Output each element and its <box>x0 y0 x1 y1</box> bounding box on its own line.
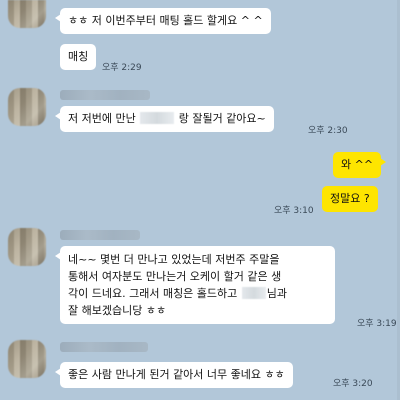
message-text: 님과 <box>266 287 288 301</box>
sender-avatar[interactable] <box>8 0 46 28</box>
message-time: 오후 3:10 <box>274 206 314 216</box>
message-text: ㅎㅎ 저 이번주부터 매팅 홀드 할게요 ^ ^ <box>68 14 263 27</box>
message-bubble-2[interactable]: 매칭 <box>60 44 97 70</box>
message-text: 와 ^^ <box>341 158 374 171</box>
message-text: 각이 드네요. 그래서 매칭은 홀드하고 <box>68 287 238 301</box>
sender-avatar[interactable] <box>8 228 46 266</box>
message-line: 통해서 여자분도 만나는거 오케이 할거 같은 생 <box>68 270 282 284</box>
sender-name-blurred <box>60 342 148 352</box>
message-bubble-4[interactable]: 와 ^^ <box>333 152 387 178</box>
message-text: 매칭 <box>68 50 89 63</box>
blurred-name <box>241 287 266 300</box>
message-bubble-3[interactable]: 저 저번에 만난 랑 잘될거 같아요~ <box>55 106 274 132</box>
message-time: 오후 3:19 <box>357 319 397 329</box>
sender-name-blurred <box>60 90 150 100</box>
blurred-name <box>140 112 175 124</box>
sender-avatar[interactable] <box>8 340 46 378</box>
message-line: 잘 해보겠습니당 ㅎㅎ <box>68 304 167 318</box>
message-line: 네~~ 몇번 더 만나고 있었는데 저번주 주말을 <box>68 253 280 266</box>
chat-area[interactable]: ㅎㅎ 저 이번주부터 매팅 홀드 할게요 ^ ^ 매칭 오후 2:29 저 저번… <box>0 0 400 400</box>
sender-avatar[interactable] <box>8 88 46 126</box>
message-text: 랑 잘될거 같아요~ <box>178 112 266 125</box>
message-text: 정말요 ? <box>330 192 370 205</box>
message-bubble-7[interactable]: 좋은 사람 만나게 된거 같아서 너무 좋네요 ㅎㅎ <box>55 362 293 388</box>
message-time: 오후 2:29 <box>102 63 142 73</box>
message-bubble-1[interactable]: ㅎㅎ 저 이번주부터 매팅 홀드 할게요 ^ ^ <box>55 8 271 34</box>
sender-name-blurred <box>60 230 140 240</box>
message-text: 저 저번에 만난 <box>68 112 136 125</box>
message-text: 좋은 사람 만나게 된거 같아서 너무 좋네요 ㅎㅎ <box>68 368 285 381</box>
message-line-3: 각이 드네요. 그래서 매칭은 홀드하고 님과 <box>68 285 327 302</box>
message-time: 오후 2:30 <box>308 126 348 136</box>
message-bubble-5[interactable]: 정말요 ? <box>322 186 378 212</box>
message-time: 오후 3:20 <box>333 379 373 389</box>
message-bubble-6[interactable]: 네~~ 몇번 더 만나고 있었는데 저번주 주말을 통해서 여자분도 만나는거 … <box>55 246 335 325</box>
